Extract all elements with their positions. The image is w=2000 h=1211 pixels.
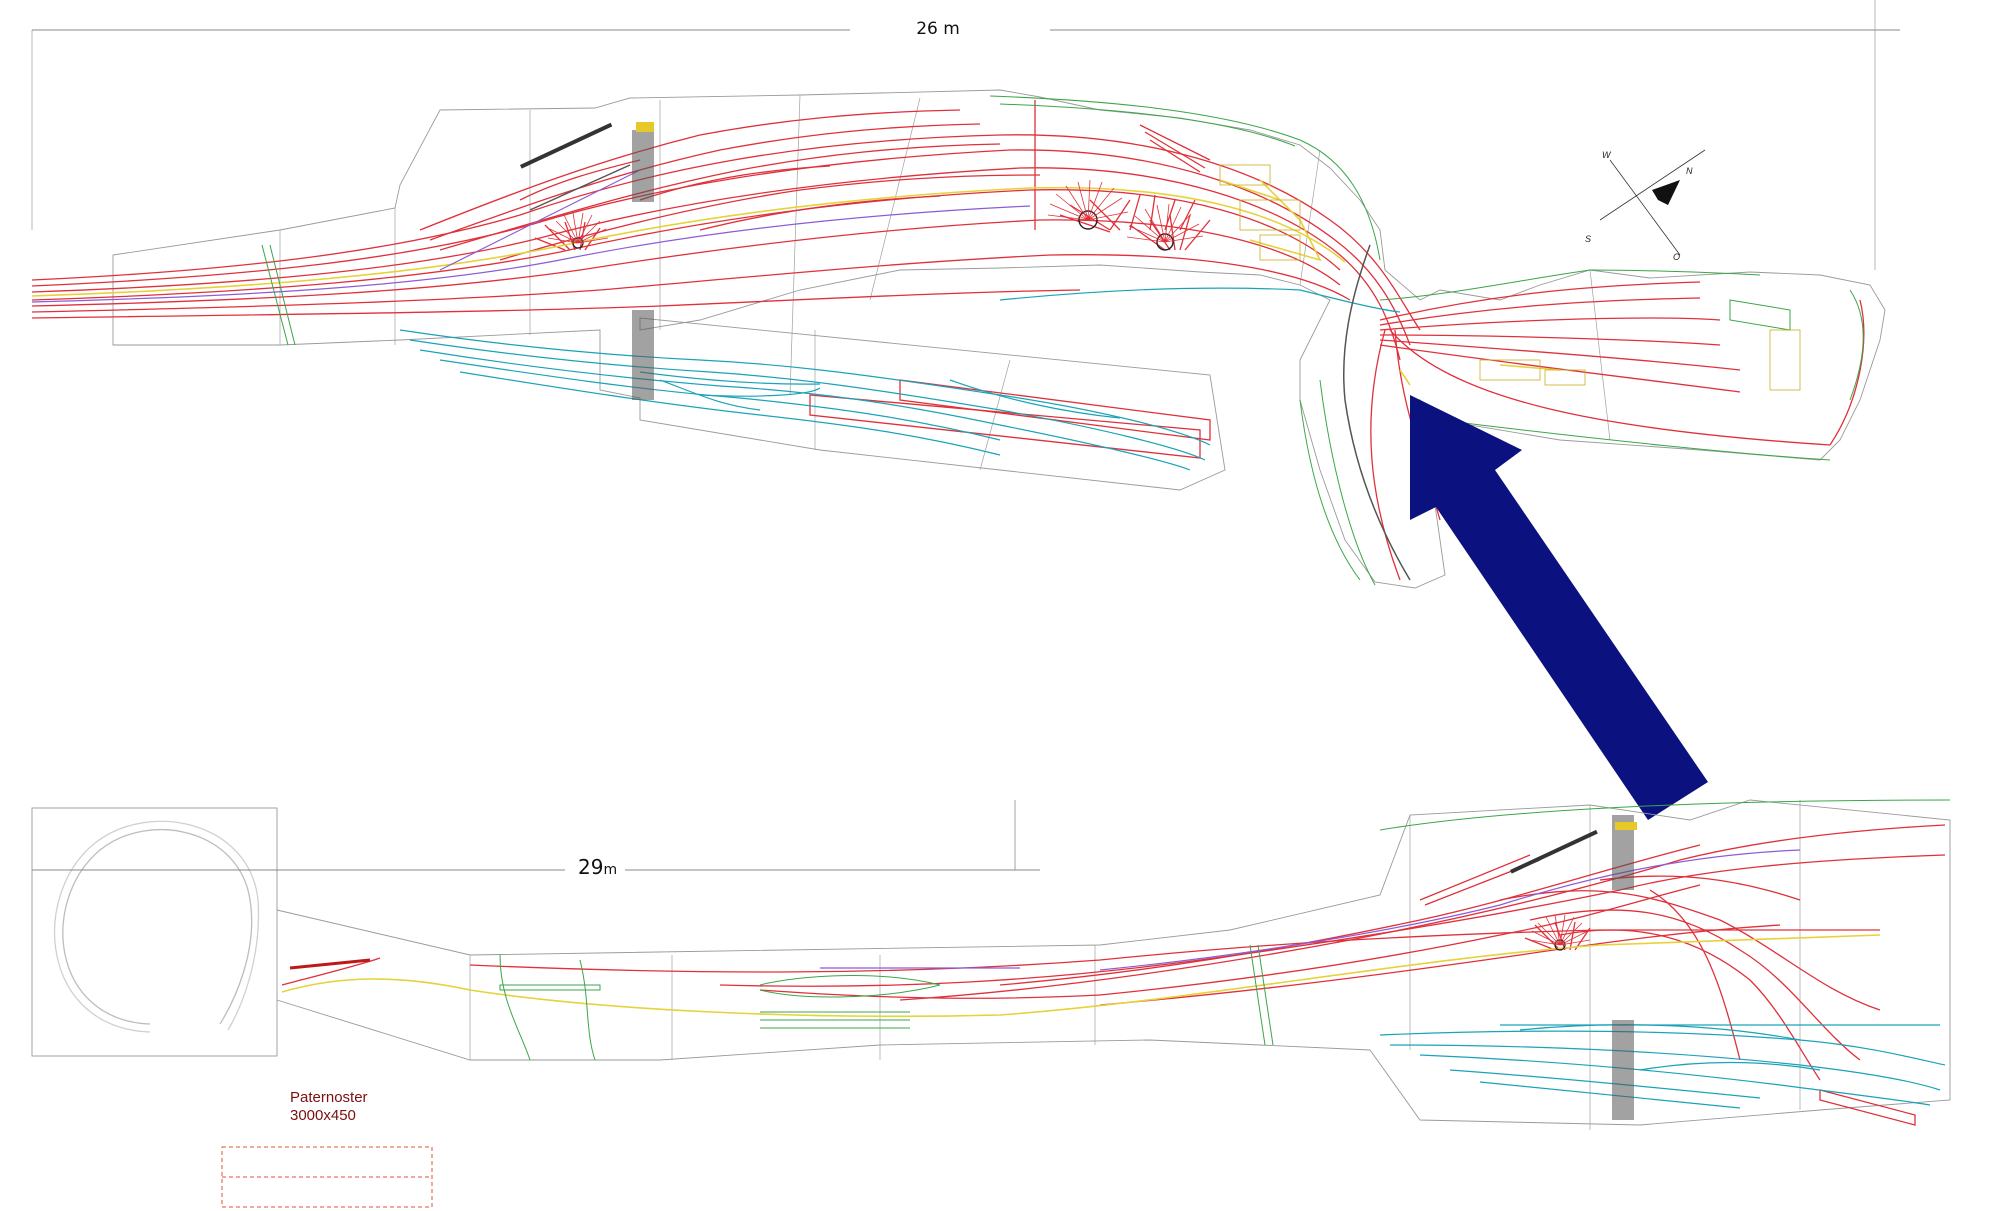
compass-west: W [1602, 150, 1612, 160]
upper-cyan-tracks [399, 287, 1401, 471]
lower-yellow-track [281, 934, 1881, 1018]
paternoster-legend: Paternoster 3000x450 [221, 1089, 433, 1208]
compass-east: O [1673, 252, 1680, 262]
north-arrow-icon [1652, 180, 1680, 205]
lower-turntable [1529, 914, 1591, 951]
paternoster-title: Paternoster [290, 1089, 368, 1106]
compass-south: S [1585, 234, 1591, 244]
upper-bridges [520, 122, 654, 400]
upper-dimension-label: 26 m [916, 19, 960, 39]
paternoster-size: 3000x450 [290, 1107, 356, 1124]
upper-baseboard-outline [112, 89, 1886, 589]
lower-baseboard-outline [276, 799, 1951, 1126]
upper-purple-tracks [31, 169, 1031, 303]
lower-cyan-tracks [1379, 1024, 1946, 1109]
lower-board-dividers [469, 800, 1801, 1130]
lower-layout [31, 799, 1951, 1130]
upper-dimension: 26 m [31, 0, 1900, 270]
lower-bridges [1510, 815, 1637, 1120]
upper-layout [31, 89, 1886, 589]
compass-rose: W N S O [1585, 149, 1706, 262]
lower-dimension-label: 29m [578, 855, 617, 879]
lower-dimension: 29m [32, 800, 1040, 879]
lower-dimension-number: 29 [578, 855, 603, 879]
helix-module [31, 807, 278, 1057]
upper-red-tracks [31, 100, 1865, 581]
layout-plan-canvas: 26 m W N S O 29m Paternoster 3000x450 [31, 0, 1951, 1208]
connection-arrow-icon [1410, 395, 1708, 820]
lower-dimension-unit: m [603, 862, 617, 878]
compass-north: N [1686, 166, 1693, 176]
upper-station-buildings [1219, 164, 1801, 391]
